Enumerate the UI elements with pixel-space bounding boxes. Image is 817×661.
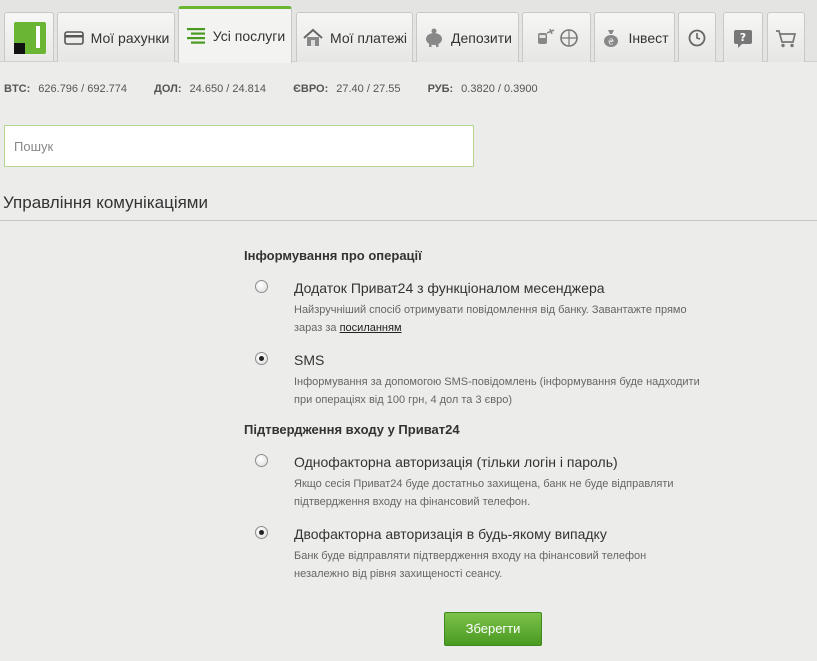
tab-label: Мої платежі bbox=[330, 29, 407, 46]
desc-line: Інформування за допомогою SMS-повідомлен… bbox=[294, 376, 700, 388]
rate-value: 27.40 / 27.55 bbox=[336, 83, 401, 95]
card-icon bbox=[63, 27, 85, 49]
desc-text: зараз за bbox=[294, 322, 340, 334]
search-input[interactable] bbox=[4, 125, 474, 167]
cart-icon bbox=[775, 27, 797, 49]
option-label-messenger-app[interactable]: Додаток Приват24 з функціоналом месендже… bbox=[294, 280, 605, 296]
tab-cart[interactable] bbox=[767, 12, 805, 62]
exchange-rates: BTC: 626.796 / 692.774 ДОЛ: 24.650 / 24.81… bbox=[4, 83, 562, 95]
desc-line: Банк буде відправляти підтвердження вход… bbox=[294, 550, 647, 562]
piggy-bank-icon bbox=[423, 27, 445, 49]
option-desc-single-factor: Якщо сесія Приват24 буде достатньо захищ… bbox=[294, 475, 749, 511]
tab-all-services[interactable]: Усі послуги bbox=[178, 6, 292, 63]
train-icon bbox=[534, 27, 556, 49]
tab-my-accounts[interactable]: Мої рахунки bbox=[57, 12, 175, 62]
house-icon bbox=[302, 27, 324, 49]
tab-label: Інвест bbox=[628, 29, 669, 46]
option-desc-messenger-app: Найзручніший спосіб отримувати повідомле… bbox=[294, 301, 749, 337]
money-bag-icon: ₴ bbox=[600, 27, 622, 49]
tab-label: Усі послуги bbox=[212, 28, 286, 44]
radio-single-factor[interactable] bbox=[255, 454, 268, 467]
tab-deposits[interactable]: Депозити bbox=[416, 12, 519, 62]
privatbank-logo[interactable] bbox=[4, 12, 54, 61]
globe-icon bbox=[558, 27, 580, 49]
rate-code: ЄВРО: bbox=[293, 83, 329, 95]
option-label-sms[interactable]: SMS bbox=[294, 352, 324, 368]
option-label-single-factor[interactable]: Однофакторна авторизація (тільки логін і… bbox=[294, 454, 618, 470]
option-desc-sms: Інформування за допомогою SMS-повідомлен… bbox=[294, 373, 749, 409]
option-desc-two-factor: Банк буде відправляти підтвердження вход… bbox=[294, 547, 749, 583]
logo-mark-icon bbox=[14, 22, 46, 54]
save-button[interactable]: Зберегти bbox=[444, 612, 542, 646]
svg-text:?: ? bbox=[740, 31, 746, 44]
group-title-operations: Інформування про операції bbox=[244, 248, 422, 263]
help-icon: ? bbox=[732, 27, 754, 49]
list-icon bbox=[185, 25, 207, 47]
top-navigation: Мої рахунки Усі послуги Мої платежі Депо… bbox=[0, 0, 817, 63]
group-title-login-confirmation: Підтвердження входу у Приват24 bbox=[244, 422, 460, 437]
tab-history[interactable] bbox=[678, 12, 716, 62]
radio-two-factor[interactable] bbox=[255, 526, 268, 539]
rate-code: РУБ: bbox=[427, 83, 454, 95]
download-link[interactable]: посиланням bbox=[340, 322, 402, 334]
desc-line: зараз за посиланням bbox=[294, 319, 749, 337]
page-title: Управління комунікаціями bbox=[3, 193, 208, 212]
rate-code: BTC: bbox=[4, 83, 31, 95]
desc-line: підтвердження входу на фінансовий телефо… bbox=[294, 496, 531, 508]
rate-value: 24.650 / 24.814 bbox=[189, 83, 267, 95]
tab-help[interactable]: ? bbox=[723, 12, 763, 62]
tab-label: Депозити bbox=[451, 29, 512, 46]
desc-line: незалежно від рівня захищеності сеансу. bbox=[294, 568, 503, 580]
rate-value: 626.796 / 692.774 bbox=[38, 83, 127, 95]
option-label-two-factor[interactable]: Двофакторна авторизація в будь-якому вип… bbox=[294, 526, 607, 542]
history-icon bbox=[686, 27, 708, 49]
desc-line: Найзручніший спосіб отримувати повідомле… bbox=[294, 304, 687, 316]
rate-code: ДОЛ: bbox=[154, 83, 182, 95]
rate-value: 0.3820 / 0.3900 bbox=[461, 83, 538, 95]
desc-line: при операціях від 100 грн, 4 дол та 3 єв… bbox=[294, 394, 513, 406]
tab-label: Мої рахунки bbox=[90, 29, 170, 46]
svg-text:₴: ₴ bbox=[608, 37, 614, 46]
radio-messenger-app[interactable] bbox=[255, 280, 268, 293]
desc-line: Якщо сесія Приват24 буде достатньо захищ… bbox=[294, 478, 674, 490]
tab-travel[interactable] bbox=[522, 12, 591, 62]
radio-sms[interactable] bbox=[255, 352, 268, 365]
tab-my-payments[interactable]: Мої платежі bbox=[296, 12, 413, 62]
tab-invest[interactable]: ₴ Інвест bbox=[594, 12, 675, 62]
section-divider bbox=[0, 220, 817, 221]
